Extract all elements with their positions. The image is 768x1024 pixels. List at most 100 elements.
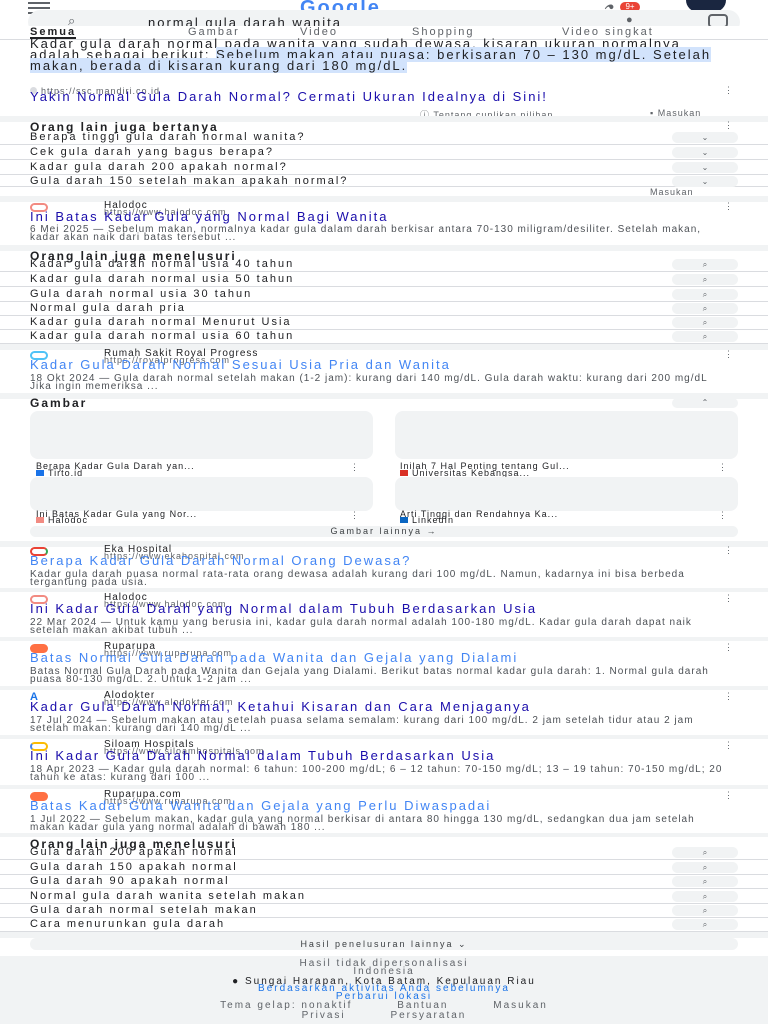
search-icon[interactable]: ⌕ [672, 905, 738, 916]
search-icon[interactable]: ⌕ [672, 274, 738, 285]
related-search-text: Cara menurunkan gula darah [30, 918, 226, 930]
chevron-down-icon[interactable]: ⌄ [672, 147, 738, 158]
more-results-label: Hasil penelusuran lainnya [300, 939, 454, 949]
search-result: Rumah Sakit Royal Progress https://royal… [0, 348, 768, 394]
related-search-text: Kadar gula darah normal Menurut Usia [30, 316, 292, 328]
paa-question[interactable]: Berapa tinggi gula darah normal wanita? ⌄ [0, 130, 768, 145]
result-snippet: 18 Okt 2024 — Gula darah normal setelah … [30, 373, 708, 392]
chevron-down-icon[interactable]: ⌄ [672, 162, 738, 173]
result-snippet: Batas Normal Gula Darah pada Wanita dan … [30, 666, 709, 685]
search-icon[interactable]: ⌕ [672, 876, 738, 887]
image-thumbnail[interactable] [30, 477, 373, 511]
more-options-icon[interactable]: ⋮ [724, 350, 733, 359]
paa-question-text: Cek gula darah yang bagus berapa? [30, 146, 274, 158]
more-results-button[interactable]: Hasil penelusuran lainnya ⌄ [30, 938, 738, 950]
result-title-link[interactable]: Berapa Kadar Gula Darah Normal Orang Dew… [30, 554, 730, 567]
search-icon[interactable]: ⌕ [672, 919, 738, 930]
search-results-page: Google ⚗ 9+ ⌕ ● Semua Gambar Video Shopp… [0, 0, 768, 1024]
search-result: Siloam Hospitals https://www.siloamhospi… [0, 739, 768, 789]
search-result: Halodoc https://www.halodoc.com ⋮ Ini Ba… [0, 200, 768, 246]
search-icon[interactable]: ⌕ [672, 891, 738, 902]
featured-title-link[interactable]: Yakin Normal Gula Darah Normal? Cermati … [30, 90, 650, 103]
search-icon[interactable]: ⌕ [672, 289, 738, 300]
search-result: Eka Hospital https://www.ekahospital.com… [0, 544, 768, 590]
result-snippet: 22 Mar 2024 — Untuk kamu yang berusia in… [30, 617, 692, 636]
result-title-link[interactable]: Kadar Gula Darah Normal Sesuai Usia Pria… [30, 358, 730, 371]
related-search-item[interactable]: Kadar gula darah normal Menurut Usia ⌕ [0, 316, 768, 330]
chevron-down-icon[interactable]: ⌄ [672, 176, 738, 187]
more-images-button[interactable]: Gambar lainnya → [30, 526, 738, 537]
more-images-label: Gambar lainnya [330, 526, 423, 536]
more-options-icon[interactable]: ⋮ [724, 121, 733, 130]
related-search-text: Kadar gula darah normal usia 60 tahun [30, 330, 295, 342]
more-options-icon[interactable]: ⋮ [724, 546, 733, 555]
related-search-text: Kadar gula darah normal usia 50 tahun [30, 273, 295, 285]
featured-snippet-text: Kadar gula darah normal pada wanita yang… [30, 37, 730, 73]
related-search-item[interactable]: Cara menurunkan gula darah ⌕ [0, 918, 768, 932]
related-search-item[interactable]: Gula darah 90 apakah normal ⌕ [0, 875, 768, 889]
microphone-icon[interactable]: ● [626, 14, 633, 26]
related-search-text: Normal gula darah pria [30, 302, 186, 314]
search-icon[interactable]: ⌕ [672, 331, 738, 342]
image-source: LinkedIn [400, 515, 454, 525]
result-title-link[interactable]: Ini Kadar Gula Darah Normal dalam Tubuh … [30, 749, 730, 762]
search-icon[interactable]: ⌕ [672, 847, 738, 858]
result-snippet: 18 Apr 2023 — Kadar gula darah normal: 6… [30, 764, 723, 783]
more-options-icon[interactable]: ⋮ [718, 463, 727, 472]
search-icon[interactable]: ⌕ [672, 259, 738, 270]
search-icon[interactable]: ⌕ [672, 303, 738, 314]
more-options-icon[interactable]: ⋮ [724, 643, 733, 652]
related-search-item[interactable]: Normal gula darah pria ⌕ [0, 302, 768, 316]
related-search-text: Gula darah normal usia 30 tahun [30, 288, 253, 300]
search-result: Ruparupa.com https://www.ruparupa.com ⋮ … [0, 789, 768, 835]
chevron-down-icon[interactable]: ⌄ [672, 132, 738, 143]
related-search-item[interactable]: Gula darah normal usia 30 tahun ⌕ [0, 287, 768, 302]
image-thumbnail[interactable] [395, 477, 738, 511]
result-title-link[interactable]: Ini Batas Kadar Gula yang Normal Bagi Wa… [30, 210, 730, 223]
related-search-item[interactable]: Gula darah 150 apakah normal ⌕ [0, 860, 768, 875]
search-result: Ruparupa https://www.ruparupa.com ⋮ Bata… [0, 641, 768, 687]
section-divider [0, 393, 768, 399]
paa-question-text: Gula darah 150 setelah makan apakah norm… [30, 175, 349, 187]
related-search-item[interactable]: Normal gula darah wanita setelah makan ⌕ [0, 889, 768, 904]
related-search-item[interactable]: Gula darah normal setelah makan ⌕ [0, 904, 768, 918]
more-options-icon[interactable]: ⋮ [350, 463, 359, 472]
result-title-link[interactable]: Batas Kadar Gula Wanita dan Gejala yang … [30, 799, 730, 812]
more-options-icon[interactable]: ⋮ [718, 511, 727, 520]
more-options-icon[interactable]: ⋮ [724, 594, 733, 603]
chevron-up-icon[interactable]: ⌃ [672, 398, 738, 408]
image-thumbnail[interactable] [395, 411, 738, 459]
result-snippet: Kadar gula darah puasa normal rata-rata … [30, 569, 685, 588]
result-title-link[interactable]: Kadar Gula Darah Normal, Ketahui Kisaran… [30, 700, 730, 713]
image-source-label: LinkedIn [412, 515, 455, 525]
more-options-icon[interactable]: ⋮ [724, 86, 733, 95]
search-icon[interactable]: ⌕ [672, 862, 738, 873]
privacy-link[interactable]: Privasi [302, 1010, 346, 1021]
more-options-icon[interactable]: ⋮ [724, 741, 733, 750]
related-search-item[interactable]: Kadar gula darah normal usia 50 tahun ⌕ [0, 272, 768, 287]
more-options-icon[interactable]: ⋮ [724, 791, 733, 800]
more-options-icon[interactable]: ⋮ [724, 202, 733, 211]
site-favicon-icon [36, 517, 44, 523]
paa-question[interactable]: Kadar gula darah 200 apakah normal? ⌄ [0, 160, 768, 175]
image-thumbnail[interactable] [30, 411, 373, 459]
terms-link[interactable]: Persyaratan [390, 1010, 466, 1021]
related-search-text: Gula darah 200 apakah normal [30, 846, 238, 858]
result-title-link[interactable]: Ini Kadar Gula Darah yang Normal dalam T… [30, 602, 730, 615]
result-title-link[interactable]: Batas Normal Gula Darah pada Wanita dan … [30, 651, 730, 664]
related-search-item[interactable]: Gula darah 200 apakah normal ⌕ [0, 846, 768, 860]
related-search-text: Gula darah 90 apakah normal [30, 875, 230, 887]
site-favicon-icon [400, 470, 408, 476]
result-snippet: 17 Jul 2024 — Sebelum makan atau setelah… [30, 715, 694, 734]
related-search-item[interactable]: Kadar gula darah normal usia 60 tahun ⌕ [0, 330, 768, 344]
more-options-icon[interactable]: ⋮ [350, 511, 359, 520]
paa-question-text: Kadar gula darah 200 apakah normal? [30, 161, 288, 173]
related-search-text: Gula darah normal setelah makan [30, 904, 258, 916]
paa-question[interactable]: Gula darah 150 setelah makan apakah norm… [0, 175, 768, 187]
paa-question[interactable]: Cek gula darah yang bagus berapa? ⌄ [0, 145, 768, 160]
image-source: Halodoc [36, 515, 88, 525]
search-icon[interactable]: ⌕ [672, 317, 738, 328]
more-options-icon[interactable]: ⋮ [724, 692, 733, 701]
related-search-text: Gula darah 150 apakah normal [30, 861, 238, 873]
related-search-item[interactable]: Kadar gula darah normal usia 40 tahun ⌕ [0, 258, 768, 272]
